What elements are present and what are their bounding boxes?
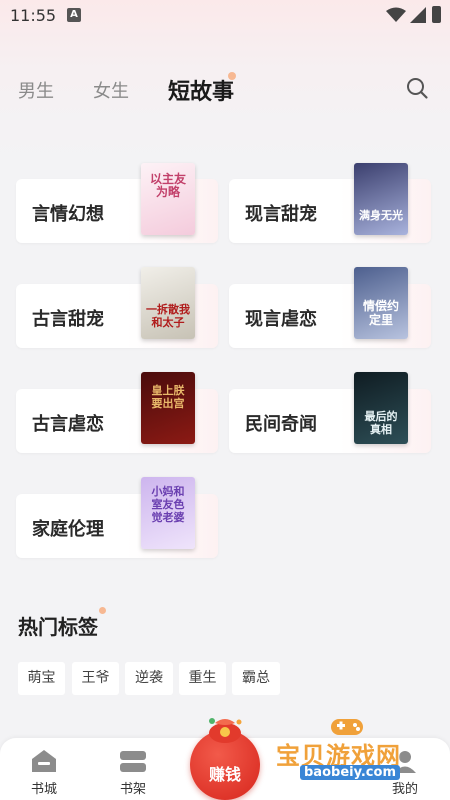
tab-female[interactable]: 女生: [93, 77, 129, 103]
hot-tags-dot: [99, 607, 106, 614]
cover-title: 一拆散我和太子: [146, 303, 190, 329]
cover-title: 满身无光: [359, 209, 403, 222]
cover-title: 皇上朕要出宫: [151, 384, 185, 410]
cover-title: 最后的真相: [364, 410, 398, 436]
book-cover[interactable]: 满身无光: [354, 163, 408, 235]
book-cover[interactable]: 最后的真相: [354, 372, 408, 444]
category-label: 现言虐恋: [245, 309, 317, 330]
wifi-icon: [386, 7, 406, 22]
category-label: 言情幻想: [32, 204, 104, 225]
tag-button[interactable]: 萌宝: [18, 662, 65, 695]
book-cover[interactable]: 以主友为略: [141, 163, 195, 235]
bookstore-icon: [32, 750, 56, 772]
category-label: 家庭伦理: [32, 519, 104, 540]
status-bar: 11:55 A: [0, 0, 450, 32]
earn-label: 赚钱: [208, 765, 241, 784]
category-label: 古言甜宠: [32, 309, 104, 330]
hot-tags-title: 热门标签: [18, 615, 98, 639]
category-label: 民间奇闻: [245, 414, 317, 435]
book-cover[interactable]: 小妈和室友色觉老婆: [141, 477, 195, 549]
signal-icon: [410, 7, 426, 23]
battery-icon: [432, 6, 441, 23]
gamepad-icon: [331, 719, 363, 735]
cover-title: 以主友为略: [149, 172, 186, 199]
status-time: 11:55: [10, 6, 57, 25]
category-label: 现言甜宠: [245, 204, 317, 225]
book-cover[interactable]: 一拆散我和太子: [141, 267, 195, 339]
tab-indicator-dot: [228, 72, 236, 80]
cover-title: 情偿约定里: [362, 299, 399, 327]
nav-label: 书城: [30, 782, 57, 797]
nav-item-bookshelf[interactable]: 书架: [103, 738, 163, 800]
book-cover[interactable]: 情偿约定里: [354, 267, 408, 339]
notification-icon: A: [67, 8, 81, 22]
search-icon[interactable]: [405, 76, 429, 100]
book-cover[interactable]: 皇上朕要出宫: [141, 372, 195, 444]
nav-label: 书架: [119, 782, 146, 797]
cover-title: 小妈和室友色觉老婆: [151, 485, 185, 524]
tab-male[interactable]: 男生: [18, 77, 54, 103]
bookshelf-icon: [120, 751, 146, 772]
tag-button[interactable]: 逆袭: [125, 662, 173, 695]
tag-button[interactable]: 重生: [179, 662, 226, 695]
tab-short-stories[interactable]: 短故事: [168, 74, 234, 106]
tag-button[interactable]: 霸总: [232, 662, 280, 695]
category-label: 古言虐恋: [32, 414, 104, 435]
watermark-url: baobeiy.com: [300, 765, 400, 780]
watermark: 宝贝游戏网 baobeiy.com: [272, 713, 448, 785]
money-bag-icon: [209, 718, 242, 743]
tag-button[interactable]: 王爷: [72, 662, 119, 695]
nav-item-bookstore[interactable]: 书城: [14, 738, 74, 800]
